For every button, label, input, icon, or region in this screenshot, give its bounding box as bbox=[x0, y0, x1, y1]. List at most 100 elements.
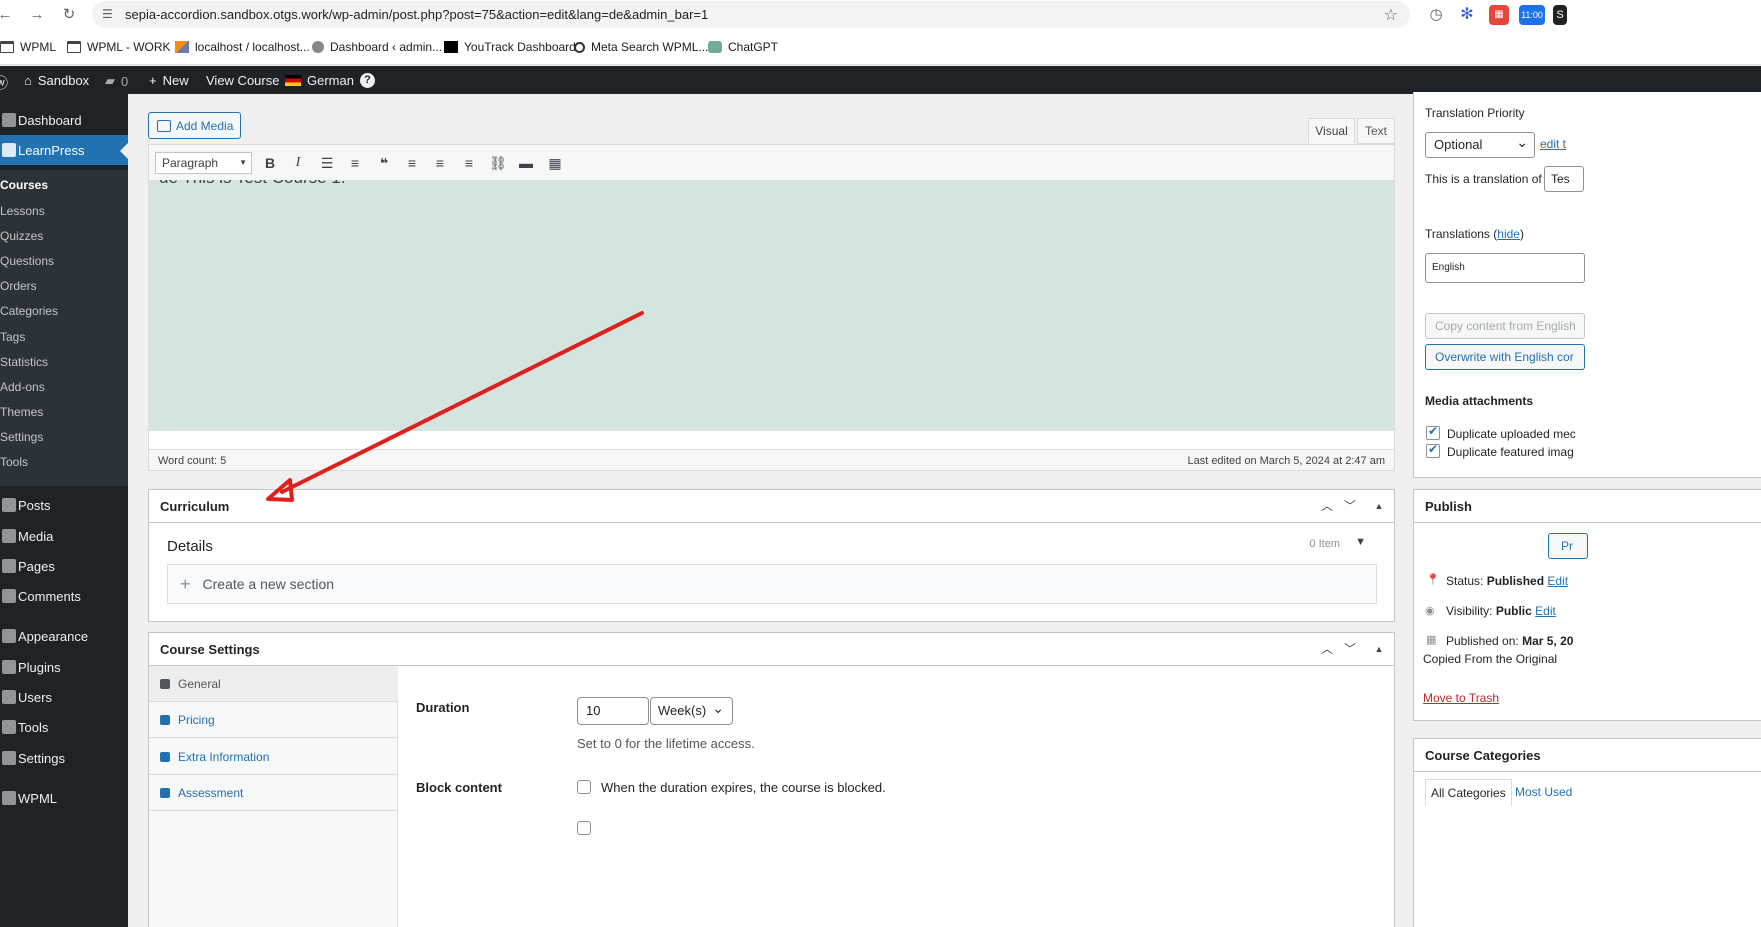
chevron-up-icon[interactable]: ︿ bbox=[1318, 640, 1336, 658]
collapse-toggle-icon[interactable]: ▲ bbox=[1370, 640, 1388, 658]
submenu-tags[interactable]: Tags bbox=[0, 330, 25, 344]
submenu-courses[interactable]: Courses bbox=[0, 178, 48, 192]
clock-extension-icon[interactable]: 11:00 bbox=[1519, 5, 1545, 25]
edit-status-link[interactable]: Edit bbox=[1547, 574, 1568, 588]
calendar-extension-icon[interactable]: ▦ bbox=[1489, 5, 1509, 25]
translation-of-select[interactable]: Tes bbox=[1544, 166, 1584, 192]
address-bar[interactable]: ☰ sepia-accordion.sandbox.otgs.work/wp-a… bbox=[92, 1, 1410, 28]
sidebar-item-wpml[interactable]: WPML bbox=[0, 783, 128, 813]
sidebar-item-comments[interactable]: Comments bbox=[0, 581, 128, 611]
add-media-button[interactable]: Add Media bbox=[148, 112, 241, 139]
move-to-trash-link[interactable]: Move to Trash bbox=[1423, 691, 1499, 705]
sidebar-item-pages[interactable]: Pages bbox=[0, 551, 128, 581]
comments-link[interactable]: ▰ 0 bbox=[105, 73, 128, 89]
tab-general[interactable]: General bbox=[149, 666, 398, 702]
link-icon[interactable]: ⛓ bbox=[489, 154, 507, 172]
block-content-checkbox[interactable] bbox=[577, 780, 591, 794]
eye-icon: ◉ bbox=[1425, 605, 1435, 617]
sidebar-item-plugins[interactable]: Plugins bbox=[0, 652, 128, 682]
align-left-icon[interactable]: ≡ bbox=[403, 154, 421, 172]
submenu-tools[interactable]: Tools bbox=[0, 455, 28, 469]
wpml-icon bbox=[2, 791, 16, 805]
bookmark-meta-search[interactable]: Meta Search WPML... bbox=[574, 40, 708, 54]
submenu-settings[interactable]: Settings bbox=[0, 430, 43, 444]
wordpress-logo-icon[interactable]: ⓦ bbox=[0, 73, 8, 93]
edit-priority-link[interactable]: edit t bbox=[1540, 137, 1566, 151]
sidebar-item-settings[interactable]: Settings bbox=[0, 743, 128, 773]
sidebar-item-learnpress[interactable]: LearnPress bbox=[0, 135, 128, 165]
help-icon[interactable]: ? bbox=[359, 73, 375, 88]
duplicate-featured-checkbox[interactable] bbox=[1426, 442, 1440, 458]
bookmark-star-icon[interactable]: ☆ bbox=[1384, 5, 1398, 25]
tab-assessment[interactable]: Assessment bbox=[149, 775, 398, 811]
forward-icon[interactable]: → bbox=[28, 6, 46, 24]
hide-link[interactable]: hide bbox=[1497, 227, 1520, 241]
new-content-link[interactable]: + New bbox=[149, 73, 189, 88]
chevron-up-icon[interactable]: ︿ bbox=[1318, 497, 1336, 515]
submenu-orders[interactable]: Orders bbox=[0, 279, 37, 293]
submenu-statistics[interactable]: Statistics bbox=[0, 355, 48, 369]
pin-icon bbox=[2, 498, 16, 512]
sidebar-item-appearance[interactable]: Appearance bbox=[0, 621, 128, 651]
submenu-lessons[interactable]: Lessons bbox=[0, 204, 45, 218]
chevron-down-icon[interactable]: ﹀ bbox=[1341, 640, 1359, 658]
reload-icon[interactable]: ↻ bbox=[60, 6, 78, 24]
sidebar-item-users[interactable]: Users bbox=[0, 682, 128, 712]
url-text[interactable]: sepia-accordion.sandbox.otgs.work/wp-adm… bbox=[125, 7, 708, 22]
priority-select[interactable]: Optional bbox=[1425, 130, 1535, 158]
sidebar-item-dashboard[interactable]: Dashboard bbox=[0, 105, 128, 135]
submenu-addons[interactable]: Add-ons bbox=[0, 380, 45, 394]
numbered-list-icon[interactable]: ≡ bbox=[346, 154, 364, 172]
timer-extension-icon[interactable]: ◷ bbox=[1426, 5, 1446, 25]
toolbar-toggle-icon[interactable]: ▦ bbox=[546, 154, 564, 172]
bookmark-phpmyadmin[interactable]: localhost / localhost... bbox=[175, 40, 310, 54]
copy-content-button[interactable]: Copy content from English bbox=[1425, 313, 1585, 339]
extra-checkbox[interactable] bbox=[577, 821, 591, 835]
bookmark-wpml-work[interactable]: WPML - WORK bbox=[67, 40, 171, 54]
caret-down-icon[interactable]: ▼ bbox=[1355, 536, 1366, 548]
duration-unit-select[interactable]: Week(s) bbox=[650, 695, 733, 725]
submenu-categories[interactable]: Categories bbox=[0, 304, 58, 318]
duration-input[interactable]: 10 bbox=[577, 697, 649, 725]
view-course-link[interactable]: View Course bbox=[206, 73, 279, 88]
bullet-list-icon[interactable]: ☰ bbox=[318, 154, 336, 172]
tab-text[interactable]: Text bbox=[1357, 118, 1395, 144]
submenu-quizzes[interactable]: Quizzes bbox=[0, 229, 43, 243]
tab-most-used[interactable]: Most Used bbox=[1515, 785, 1572, 799]
site-name-link[interactable]: ⌂ Sandbox bbox=[24, 73, 89, 88]
submenu-questions[interactable]: Questions bbox=[0, 254, 54, 268]
bookmark-youtrack[interactable]: YouTrack Dashboard bbox=[444, 40, 576, 54]
sidebar-item-tools[interactable]: Tools bbox=[0, 712, 128, 742]
tab-extra-information[interactable]: Extra Information bbox=[149, 739, 398, 775]
tab-visual[interactable]: Visual bbox=[1308, 118, 1355, 144]
sidebar-item-posts[interactable]: Posts bbox=[0, 490, 128, 520]
tab-all-categories[interactable]: All Categories bbox=[1425, 779, 1512, 806]
editor-content[interactable]: de This is Test Course 1. bbox=[148, 180, 1395, 431]
format-select[interactable]: Paragraph bbox=[155, 152, 252, 174]
read-more-icon[interactable]: ▬ bbox=[517, 154, 535, 172]
chevron-down-icon[interactable]: ﹀ bbox=[1341, 497, 1359, 515]
create-section-input[interactable]: + Create a new section bbox=[167, 564, 1377, 604]
bookmark-chatgpt[interactable]: ChatGPT bbox=[708, 40, 778, 54]
edit-visibility-link[interactable]: Edit bbox=[1535, 604, 1556, 618]
bookmark-dashboard[interactable]: Dashboard ‹ admin... bbox=[312, 40, 442, 54]
collapse-toggle-icon[interactable]: ▲ bbox=[1370, 497, 1388, 515]
italic-icon[interactable]: I bbox=[289, 154, 307, 172]
language-switcher[interactable]: German? bbox=[285, 73, 375, 88]
bookmark-wpml[interactable]: WPML bbox=[0, 40, 56, 54]
align-right-icon[interactable]: ≡ bbox=[460, 154, 478, 172]
preview-button[interactable]: Pr bbox=[1548, 533, 1588, 559]
translations-list[interactable]: English bbox=[1425, 253, 1585, 283]
back-icon[interactable]: ← bbox=[0, 6, 14, 24]
site-settings-icon[interactable]: ☰ bbox=[102, 7, 116, 21]
snowflake-extension-icon[interactable]: ✻ bbox=[1457, 5, 1477, 25]
sidebar-item-media[interactable]: Media bbox=[0, 521, 128, 551]
overwrite-button[interactable]: Overwrite with English cor bbox=[1425, 344, 1585, 370]
blockquote-icon[interactable]: ❝ bbox=[375, 154, 393, 172]
submenu-themes[interactable]: Themes bbox=[0, 405, 43, 419]
tab-pricing[interactable]: Pricing bbox=[149, 702, 398, 738]
profile-extension-icon[interactable]: S bbox=[1553, 5, 1567, 25]
bold-icon[interactable]: B bbox=[261, 154, 279, 172]
align-center-icon[interactable]: ≡ bbox=[431, 154, 449, 172]
duplicate-media-checkbox[interactable] bbox=[1426, 424, 1440, 440]
